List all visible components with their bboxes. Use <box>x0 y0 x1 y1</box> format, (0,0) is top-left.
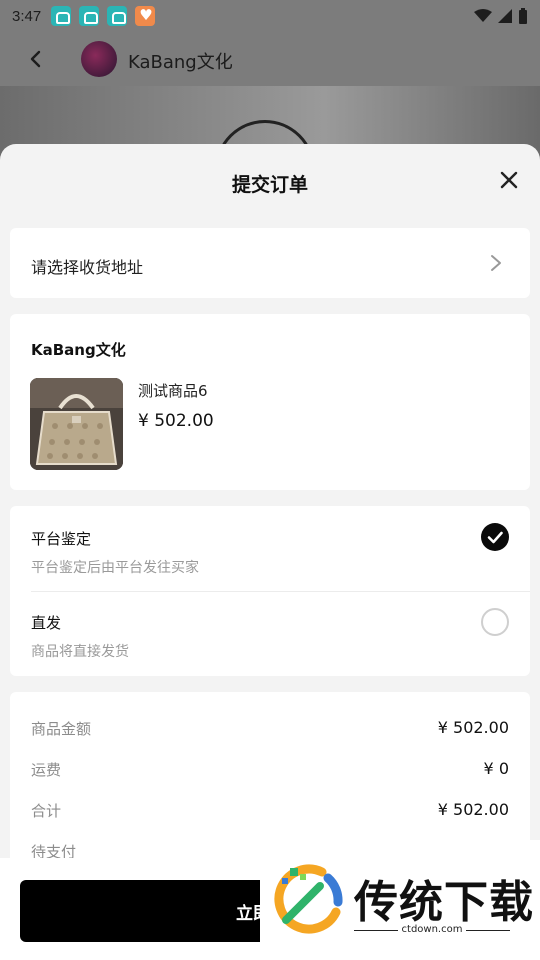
watermark-logo-icon <box>274 864 343 934</box>
cellular-signal-icon <box>498 9 512 23</box>
delivery-option-platform-appraisal[interactable]: 平台鉴定 平台鉴定后由平台发往买家 <box>31 528 509 577</box>
summary-label: 运费 <box>31 761 62 779</box>
summary-row: 运费 ¥ 0 <box>31 759 509 780</box>
car-app-notification-icon <box>51 6 72 26</box>
summary-row: 合计 ¥ 502.00 <box>31 800 509 821</box>
watermark-url: ctdown.com <box>354 924 510 935</box>
summary-label: 商品金额 <box>31 720 92 738</box>
option-description: 商品将直接发货 <box>31 644 129 660</box>
divider <box>31 591 530 592</box>
option-description: 平台鉴定后由平台发往买家 <box>31 560 199 576</box>
product-price: ¥ 502.00 <box>138 411 214 431</box>
watermark: 传统下载 ctdown.com <box>260 840 540 960</box>
heart-app-notification-icon <box>135 6 156 26</box>
delivery-options: 平台鉴定 平台鉴定后由平台发往买家 直发 商品将直接发货 <box>10 506 530 676</box>
product-image[interactable] <box>30 378 123 470</box>
product-card: KaBang文化 测试商品6 ¥ 502.00 <box>10 314 530 490</box>
car-app-notification-icon <box>79 6 100 26</box>
close-icon[interactable] <box>500 171 518 189</box>
watermark-brand: 传统下载 <box>354 877 534 928</box>
back-arrow-icon[interactable] <box>26 49 46 69</box>
shop-name: KaBang文化 <box>31 341 126 359</box>
page-header: KaBang文化 <box>0 32 540 86</box>
summary-row: 商品金额 ¥ 502.00 <box>31 718 509 739</box>
status-bar: 3:47 <box>0 0 540 32</box>
summary-value: ¥ 0 <box>483 759 509 778</box>
delivery-option-direct-ship[interactable]: 直发 商品将直接发货 <box>31 612 509 661</box>
radio-unchecked-icon[interactable] <box>481 608 509 636</box>
status-indicators <box>474 8 528 24</box>
address-selector[interactable]: 请选择收货地址 <box>10 228 530 298</box>
option-title: 直发 <box>31 614 62 632</box>
handbag-illustration <box>30 378 123 470</box>
battery-icon <box>519 8 527 24</box>
summary-value: ¥ 502.00 <box>437 800 509 819</box>
shop-avatar[interactable] <box>81 41 117 77</box>
car-app-notification-icon <box>107 6 128 26</box>
status-time: 3:47 <box>12 7 42 25</box>
chevron-right-icon <box>491 255 501 271</box>
sheet-title: 提交订单 <box>231 174 308 196</box>
summary-value: ¥ 502.00 <box>437 718 509 737</box>
option-title: 平台鉴定 <box>31 530 92 548</box>
radio-checked-icon[interactable] <box>481 523 509 551</box>
product-name: 测试商品6 <box>138 382 208 400</box>
summary-label: 合计 <box>31 802 62 820</box>
submit-order-sheet: 提交订单 请选择收货地址 KaBang文化 测试商品6 ¥ 502.00 平台鉴… <box>0 144 540 960</box>
wifi-icon <box>474 9 492 22</box>
page-title: KaBang文化 <box>128 52 233 73</box>
address-label: 请选择收货地址 <box>31 258 144 277</box>
